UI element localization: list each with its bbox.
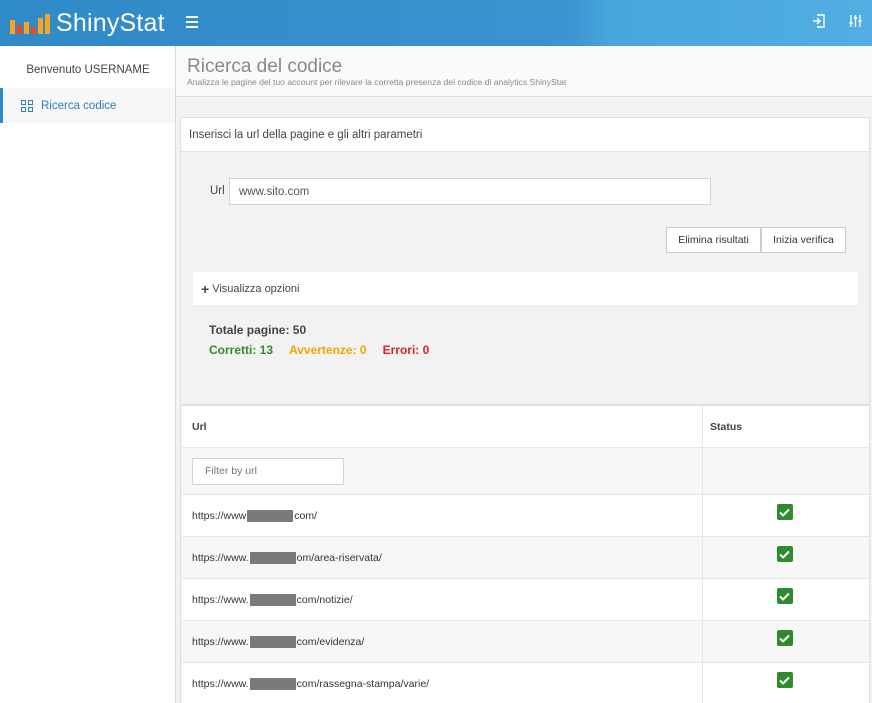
redacted-domain <box>249 635 296 648</box>
url-suffix: com/ <box>294 509 318 522</box>
shinystat-logo[interactable]: ShinyStat <box>10 9 165 37</box>
redacted-domain <box>249 677 296 690</box>
logout-icon[interactable] <box>812 14 825 28</box>
url-prefix: https://www <box>192 509 247 522</box>
url-suffix: com/notizie/ <box>296 593 353 606</box>
redacted-domain <box>249 593 296 606</box>
show-options-toggle[interactable]: + Visualizza opzioni <box>193 272 858 305</box>
redacted-domain <box>247 509 294 522</box>
row-url: https://www com/ <box>182 495 703 536</box>
welcome-text: Benvenuto USERNAME <box>26 64 150 76</box>
settings-sliders-icon[interactable] <box>849 14 862 28</box>
url-prefix: https://www. <box>192 635 249 648</box>
sidebar-item-label: Ricerca codice <box>41 99 117 112</box>
url-suffix: com/evidenza/ <box>296 635 365 648</box>
row-url: https://www. com/evidenza/ <box>182 621 703 662</box>
table-row: https://www. com/evidenza/ <box>182 621 869 663</box>
row-url: https://www. om/area-riservata/ <box>182 537 703 578</box>
top-bar: ShinyStat <box>0 0 872 46</box>
errors-count: Errori: 0 <box>382 343 430 357</box>
delete-results-button[interactable]: Elimina risultati <box>666 227 761 253</box>
url-label: Url <box>210 185 225 197</box>
correct-count: Corretti: 13 <box>209 343 274 357</box>
page-title: Ricerca del codice <box>187 56 343 77</box>
url-input[interactable] <box>229 178 711 205</box>
row-url: https://www. com/rassegna-stampa/varie/ <box>182 663 703 703</box>
search-panel: Inserisci la url della pagine e gli altr… <box>180 117 870 703</box>
row-status <box>703 495 869 536</box>
table-row: https://www. om/area-riservata/ <box>182 537 869 579</box>
warnings-count: Avvertenze: 0 <box>289 343 367 357</box>
url-suffix: om/area-riservata/ <box>296 551 382 564</box>
result-counts: Corretti: 13 Avvertenze: 0 Errori: 0 <box>209 343 429 357</box>
total-pages: Totale pagine: 50 <box>209 323 307 337</box>
url-prefix: https://www. <box>192 593 249 606</box>
table-row: https://www. com/rassegna-stampa/varie/ <box>182 663 869 703</box>
row-url: https://www. com/notizie/ <box>182 579 703 620</box>
redacted-domain <box>249 551 296 564</box>
column-header-status[interactable]: Status <box>703 406 869 447</box>
plus-icon: + <box>201 280 210 297</box>
check-icon <box>776 546 793 562</box>
main-content: Ricerca del codice Analizza le pagine de… <box>176 46 872 703</box>
check-icon <box>776 504 793 520</box>
page-header: Ricerca del codice Analizza le pagine de… <box>176 46 872 97</box>
page-subtitle: Analizza le pagine del tuo account per r… <box>187 77 567 87</box>
column-header-url[interactable]: Url <box>182 406 703 447</box>
hamburger-menu-icon[interactable] <box>186 16 198 28</box>
start-verification-button[interactable]: Inizia verifica <box>761 227 846 253</box>
row-status <box>703 663 869 703</box>
results-table: Url Status https://www com/https://www. om… <box>182 404 869 703</box>
row-status <box>703 579 869 620</box>
table-row: https://www com/ <box>182 495 869 537</box>
logo-text: ShinyStat <box>56 9 165 37</box>
row-status <box>703 621 869 662</box>
logo-bars-icon <box>10 12 50 34</box>
check-icon <box>776 672 793 688</box>
url-prefix: https://www. <box>192 677 249 690</box>
sidebar-item-ricerca-codice[interactable]: Ricerca codice <box>0 88 175 123</box>
panel-title: Inserisci la url della pagine e gli altr… <box>181 118 869 152</box>
url-prefix: https://www. <box>192 551 249 564</box>
check-icon <box>776 588 793 604</box>
row-status <box>703 537 869 578</box>
check-icon <box>776 630 793 646</box>
sidebar: Benvenuto USERNAME Ricerca codice <box>0 46 176 703</box>
table-row: https://www. com/notizie/ <box>182 579 869 621</box>
table-header: Url Status <box>182 406 869 448</box>
filter-url-input[interactable] <box>192 457 344 485</box>
url-suffix: com/rassegna-stampa/varie/ <box>296 677 430 690</box>
grid-icon <box>21 99 33 112</box>
table-filter-row <box>182 448 869 495</box>
show-options-label: Visualizza opzioni <box>212 282 300 295</box>
